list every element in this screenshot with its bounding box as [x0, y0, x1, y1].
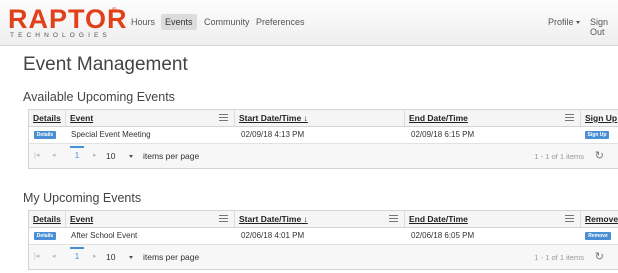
logo-text: RAPTOR [8, 4, 128, 34]
chevron-down-icon [575, 21, 580, 25]
event-name: Special Event Meeting [71, 130, 151, 139]
refresh-icon[interactable]: ↻ [595, 149, 604, 162]
page-title: Event Management [23, 54, 188, 75]
available-events-title: Available Upcoming Events [23, 90, 175, 104]
sign-up-button[interactable]: Sign Up [585, 131, 609, 139]
remove-button[interactable]: Remove [585, 232, 611, 240]
nav-community[interactable]: Community [200, 14, 254, 30]
available-events-grid: Details Event Start Date/Time ↓ End Date… [28, 109, 618, 169]
logo-registered-mark: ® [112, 8, 117, 14]
column-header-start[interactable]: Start Date/Time ↓ [234, 211, 404, 227]
items-per-page-label: items per page [143, 252, 200, 262]
column-header-details[interactable]: Details [29, 110, 65, 126]
pager-info: 1 - 1 of 1 items [534, 152, 584, 161]
table-row: Details After School Event 02/06/18 4:01… [29, 228, 618, 245]
profile-label: Profile [548, 17, 574, 27]
items-per-page-label: items per page [143, 151, 200, 161]
prev-page-icon[interactable]: ◂ [52, 151, 56, 159]
details-button[interactable]: Details [34, 232, 56, 240]
table-row: Details Special Event Meeting 02/09/18 4… [29, 127, 618, 144]
column-header-end[interactable]: End Date/Time [404, 211, 580, 227]
chevron-down-icon[interactable] [129, 155, 133, 158]
event-name: After School Event [71, 231, 138, 240]
grid-header: Details Event Start Date/Time ↓ End Date… [29, 110, 618, 127]
nav-hours[interactable]: Hours [127, 14, 159, 30]
pager-info: 1 - 1 of 1 items [534, 253, 584, 262]
column-header-end[interactable]: End Date/Time [404, 110, 580, 126]
next-page-icon[interactable]: ▸ [93, 252, 97, 260]
column-header-sign-up[interactable]: Sign Up [580, 110, 618, 126]
column-header-remove[interactable]: Remove [580, 211, 618, 227]
my-events-grid: Details Event Start Date/Time ↓ End Date… [28, 210, 618, 270]
first-page-icon[interactable]: |◂ [34, 151, 39, 159]
my-events-title: My Upcoming Events [23, 191, 142, 205]
event-start: 02/09/18 4:13 PM [241, 130, 305, 139]
column-menu-icon[interactable] [565, 114, 574, 121]
column-menu-icon[interactable] [219, 215, 228, 222]
column-header-event[interactable]: Event [65, 211, 234, 227]
event-start: 02/06/18 4:01 PM [241, 231, 305, 240]
sign-out-link[interactable]: Sign Out [586, 14, 618, 40]
event-end: 02/09/18 6:15 PM [411, 130, 475, 139]
column-header-start[interactable]: Start Date/Time ↓ [234, 110, 404, 126]
column-menu-icon[interactable] [565, 215, 574, 222]
grid-pager: |◂ ◂ 1 ▸ 10 items per page 1 - 1 of 1 it… [29, 245, 618, 269]
grid-header: Details Event Start Date/Time ↓ End Date… [29, 211, 618, 228]
logo-subtitle: TECHNOLOGIES [10, 32, 111, 39]
column-header-event[interactable]: Event [65, 110, 234, 126]
details-button[interactable]: Details [34, 131, 56, 139]
current-page[interactable]: 1 [70, 247, 84, 265]
chevron-down-icon[interactable] [129, 256, 133, 259]
grid-pager: |◂ ◂ 1 ▸ 10 items per page 1 - 1 of 1 it… [29, 144, 618, 168]
page-size-select[interactable]: 10 [106, 151, 115, 161]
column-menu-icon[interactable] [389, 215, 398, 222]
nav-preferences[interactable]: Preferences [252, 14, 309, 30]
first-page-icon[interactable]: |◂ [34, 252, 39, 260]
column-header-details[interactable]: Details [29, 211, 65, 227]
event-end: 02/06/18 6:05 PM [411, 231, 475, 240]
profile-dropdown[interactable]: Profile [544, 14, 584, 30]
current-page[interactable]: 1 [70, 146, 84, 164]
top-navbar: RAPTOR ® TECHNOLOGIES Hours Events Commu… [0, 0, 618, 46]
column-menu-icon[interactable] [219, 114, 228, 121]
refresh-icon[interactable]: ↻ [595, 250, 604, 263]
nav-events[interactable]: Events [161, 14, 197, 30]
prev-page-icon[interactable]: ◂ [52, 252, 56, 260]
next-page-icon[interactable]: ▸ [93, 151, 97, 159]
raptor-logo[interactable]: RAPTOR ® TECHNOLOGIES [8, 6, 127, 40]
page-size-select[interactable]: 10 [106, 252, 115, 262]
